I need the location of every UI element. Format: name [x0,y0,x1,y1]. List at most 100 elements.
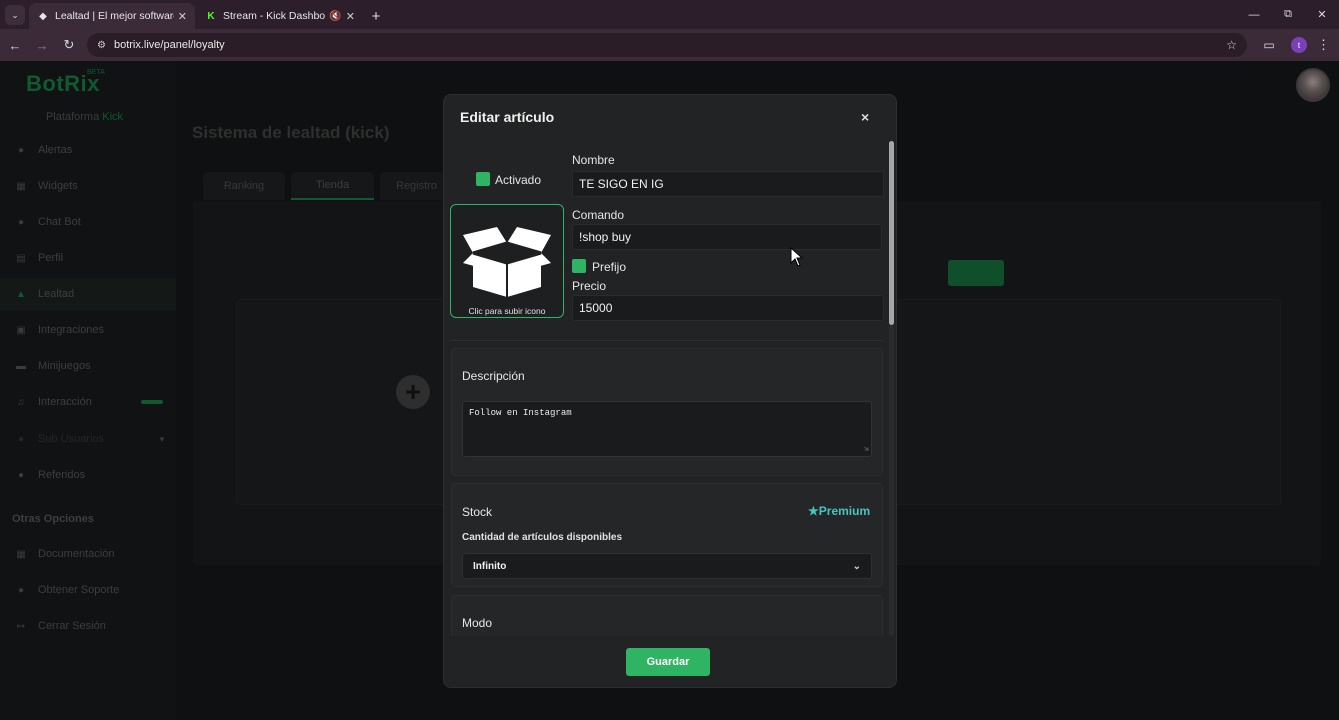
background-button[interactable] [893,261,939,285]
description-textarea[interactable]: Follow en Instagram ⇲ [462,401,872,457]
prefix-label: Prefijo [592,260,627,274]
sidebar-item-documentacion[interactable]: ▦ Documentación [0,538,176,570]
sidebar-item-widgets[interactable]: ▦ Widgets [0,170,176,202]
icon-upload-caption: Clic para subir icono [468,306,546,316]
stock-section: Stock ★Premium Cantidad de artículos dis… [451,483,883,587]
book-icon: ▦ [16,548,26,560]
sidebar-item-label: Sub Usuarios [38,433,105,445]
sidebar-item-interaccion[interactable]: ♫ Interacción [0,386,176,418]
address-bar[interactable]: ⚙ botrix.live/panel/loyalty ☆ [87,33,1247,57]
sidebar-item-soporte[interactable]: ● Obtener Soporte [0,574,176,606]
profile-avatar[interactable]: t [1291,37,1307,53]
sidebar-item-label: Obtener Soporte [38,584,120,596]
forward-icon[interactable]: → [30,33,54,57]
tab-registro[interactable]: Registro [380,172,444,200]
profile-icon: ▤ [16,252,26,264]
platform-label: Plataforma [46,111,100,123]
close-window-icon[interactable]: ✕ [1305,0,1339,29]
minimize-icon[interactable]: — [1237,0,1271,29]
chevron-down-icon: ▼ [158,434,166,444]
close-tab-icon[interactable]: ✕ [178,10,187,23]
logout-icon: ↦ [16,620,26,632]
user-avatar[interactable] [1296,68,1330,102]
scrollbar-thumb[interactable] [889,141,894,325]
modal-scrollbar[interactable] [889,141,894,636]
tab-title: Lealtad | El mejor software para [55,10,174,22]
stock-select[interactable]: Infinito ⌄ [462,553,872,579]
description-section: Descripción Follow en Instagram ⇲ [451,348,883,476]
browser-tab-kick[interactable]: K Stream - Kick Dashboard 🔇 ✕ [197,3,363,29]
tab-search-button[interactable]: ⌄ [5,5,25,25]
star-icon: ★ [808,504,819,518]
botrix-icon: ◆ [39,10,47,22]
sidebar-item-label: Widgets [38,180,78,192]
window-controls: — ⧉ ✕ [1237,0,1339,29]
name-input[interactable]: TE SIGO EN IG [572,171,884,197]
sidebar-item-label: Integraciones [38,324,105,336]
mouse-cursor-icon [790,247,804,267]
mode-title: Modo [462,616,493,630]
tab-ranking[interactable]: Ranking [203,172,285,200]
widgets-icon: ▦ [16,180,26,192]
price-input[interactable]: 15000 [572,295,884,321]
sidebar-item-label: Chat Bot [38,216,81,228]
new-tab-button[interactable]: + [365,5,387,27]
muted-speaker-icon[interactable]: 🔇 [329,11,341,22]
integrations-icon: ▣ [16,324,26,336]
premium-label: Premium [818,504,871,518]
modal-title: Editar artículo [460,109,555,125]
sidebar-item-label: Alertas [38,144,73,156]
command-input[interactable]: !shop buy [572,224,882,250]
platform-indicator: Plataforma Kick [46,111,123,123]
restore-icon[interactable]: ⧉ [1271,0,1305,29]
sidebar-item-cerrar-sesion[interactable]: ↦ Cerrar Sesión [0,610,176,642]
sidebar-item-integraciones[interactable]: ▣ Integraciones [0,314,176,346]
background-green-button[interactable] [948,260,1004,286]
resize-handle-icon[interactable]: ⇲ [864,444,869,454]
reload-icon[interactable]: ↻ [57,33,81,57]
add-item-plus-icon[interactable]: + [396,375,430,409]
users-icon: ● [17,433,25,445]
divider [451,340,883,341]
prefix-checkbox[interactable] [572,259,586,273]
stock-sub-label: Cantidad de artículos disponibles [462,532,623,543]
platform-value: Kick [102,111,124,123]
sidebar-item-perfil[interactable]: ▤ Perfil [0,242,176,274]
site-info-icon[interactable]: ⚙ [97,40,106,51]
referrals-icon: ● [17,469,25,481]
sidebar-item-label: Cerrar Sesión [38,620,106,632]
sidebar-item-chat-bot[interactable]: ● Chat Bot [0,206,176,238]
sidebar-item-lealtad[interactable]: ▲ Lealtad [0,278,176,310]
sidebar-section-heading: Otras Opciones [12,513,94,525]
price-label: Precio [572,279,607,293]
tab-title: Stream - Kick Dashboard [223,10,326,22]
activated-label: Activado [495,173,542,187]
sidebar-item-alertas[interactable]: ● Alertas [0,134,176,166]
command-label: Comando [572,208,625,222]
sidebar: BotRix BETA Plataforma Kick ● Alertas ▦ … [0,61,176,720]
extensions-icon[interactable]: ▭ [1257,33,1281,57]
browser-menu-icon[interactable]: ⋮ [1317,37,1330,53]
activated-checkbox[interactable] [476,172,490,186]
mode-section: Modo [451,595,883,636]
bell-icon: ● [17,144,25,156]
close-icon[interactable]: × [861,109,869,125]
sidebar-item-minijuegos[interactable]: ▬ Minijuegos [0,350,176,382]
tab-tienda[interactable]: Tienda [291,172,374,200]
sidebar-item-referidos[interactable]: ● Referidos [0,459,176,491]
bookmark-star-icon[interactable]: ☆ [1226,38,1237,52]
browser-toolbar: ← → ↻ ⚙ botrix.live/panel/loyalty ☆ ▭ t … [0,29,1339,61]
browser-tab-loyalty[interactable]: ◆ Lealtad | El mejor software para ✕ [29,3,195,29]
premium-badge[interactable]: ★Premium [808,504,870,518]
back-icon[interactable]: ← [3,33,27,57]
save-button[interactable]: Guardar [626,648,710,676]
icon-upload-area[interactable]: Clic para subir icono [450,204,564,318]
sidebar-item-label: Documentación [38,548,115,560]
close-tab-icon[interactable]: ✕ [346,10,355,23]
music-icon: ♫ [17,396,25,408]
stock-title: Stock [462,505,493,519]
name-label: Nombre [572,153,615,167]
sidebar-item-sub-usuarios[interactable]: ● Sub Usuarios ▼ [0,423,176,455]
description-text: Follow en Instagram [469,408,572,418]
chevron-down-icon: ⌄ [852,560,861,572]
